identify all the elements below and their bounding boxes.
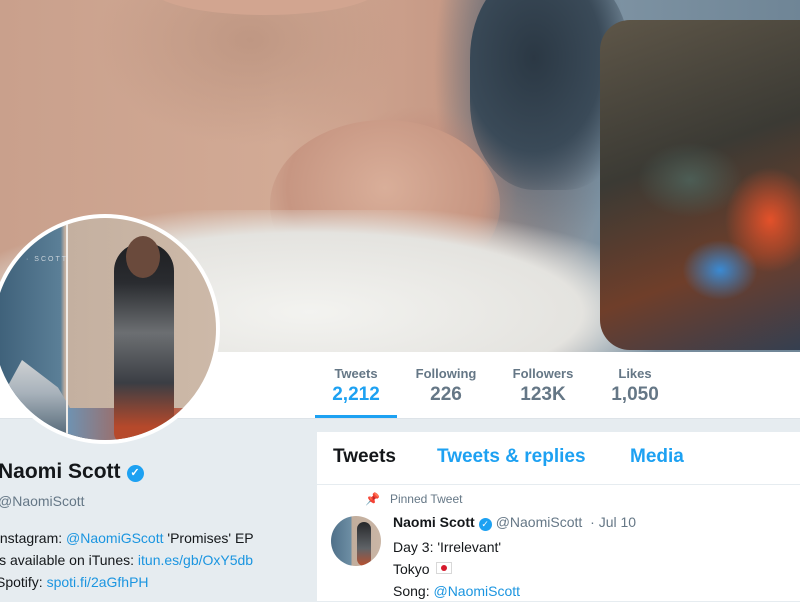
tweet-mention-link[interactable]: @NaomiScott bbox=[433, 583, 520, 599]
stat-followers-value: 123K bbox=[520, 384, 566, 405]
spotify-link[interactable]: spoti.fi/2aGfhPH bbox=[47, 574, 149, 590]
japan-flag-icon bbox=[435, 562, 452, 574]
stat-followers-label: Followers bbox=[512, 366, 574, 381]
tweet-author-avatar[interactable] bbox=[331, 516, 381, 566]
stat-followers[interactable]: Followers 123K bbox=[502, 352, 584, 418]
tweet-date-separator: · bbox=[586, 514, 599, 530]
profile-name-row: Naomi Scott ✓ bbox=[0, 460, 144, 484]
verified-badge-icon: ✓ bbox=[126, 465, 144, 482]
stat-likes-label: Likes bbox=[618, 366, 652, 381]
profile-bio: Instagram: @NaomiGScott 'Promises' EP is… bbox=[0, 527, 254, 593]
verified-badge-icon: ✓ bbox=[478, 518, 492, 531]
tweet-author-name[interactable]: Naomi Scott bbox=[393, 514, 475, 530]
tweet-text: Day 3: 'Irrelevant' Tokyo Song: @NaomiSc… bbox=[393, 536, 520, 602]
stat-following-value: 226 bbox=[430, 384, 462, 405]
itunes-link[interactable]: itun.es/gb/OxY5db bbox=[138, 552, 253, 568]
tab-tweets[interactable]: Tweets bbox=[333, 446, 396, 468]
profile-avatar[interactable]: · SCOTT bbox=[0, 214, 220, 444]
instagram-link[interactable]: @NaomiGScott bbox=[66, 530, 163, 546]
pin-icon: 📌 bbox=[365, 492, 380, 506]
tweet-date[interactable]: Jul 10 bbox=[599, 514, 636, 530]
stat-tweets-label: Tweets bbox=[334, 366, 378, 381]
bio-line-3: Spotify: spoti.fi/2aGfhPH bbox=[0, 574, 149, 590]
timeline-tabs: Tweets Tweets & replies Media bbox=[317, 432, 800, 485]
profile-name[interactable]: Naomi Scott bbox=[0, 460, 121, 483]
tweet-author-handle[interactable]: @NaomiScott bbox=[496, 514, 583, 530]
tab-media[interactable]: Media bbox=[630, 446, 684, 468]
bio-line-2: is available on iTunes: itun.es/gb/OxY5d… bbox=[0, 552, 254, 568]
active-tab-underline bbox=[315, 415, 397, 418]
tweet-header: Naomi Scott ✓ @NaomiScott · Jul 10 bbox=[393, 514, 636, 531]
stat-likes-value: 1,050 bbox=[611, 384, 659, 405]
tweet-line-3: Song: @NaomiScott bbox=[393, 583, 521, 599]
bio-line-1: Instagram: @NaomiGScott 'Promises' EP bbox=[0, 530, 254, 546]
stat-tweets-value: 2,212 bbox=[332, 384, 380, 405]
pinned-label: Pinned Tweet bbox=[389, 492, 463, 506]
stat-following-label: Following bbox=[415, 366, 477, 381]
profile-card: Naomi Scott ✓ @NaomiScott Instagram: @Nao… bbox=[0, 418, 300, 600]
tweet-line-1: Day 3: 'Irrelevant' bbox=[393, 539, 502, 555]
stat-tweets[interactable]: Tweets 2,212 bbox=[315, 352, 397, 418]
stat-following[interactable]: Following 226 bbox=[405, 352, 487, 418]
pinned-tweet-indicator: 📌 Pinned Tweet bbox=[365, 492, 462, 506]
timeline-card: Tweets Tweets & replies Media 📌 Pinned Tw… bbox=[316, 431, 800, 602]
tweet-line-2: Tokyo bbox=[393, 558, 520, 580]
stat-likes[interactable]: Likes 1,050 bbox=[594, 352, 676, 418]
profile-handle[interactable]: @NaomiScott bbox=[0, 493, 85, 509]
tab-tweets-and-replies[interactable]: Tweets & replies bbox=[437, 446, 586, 468]
